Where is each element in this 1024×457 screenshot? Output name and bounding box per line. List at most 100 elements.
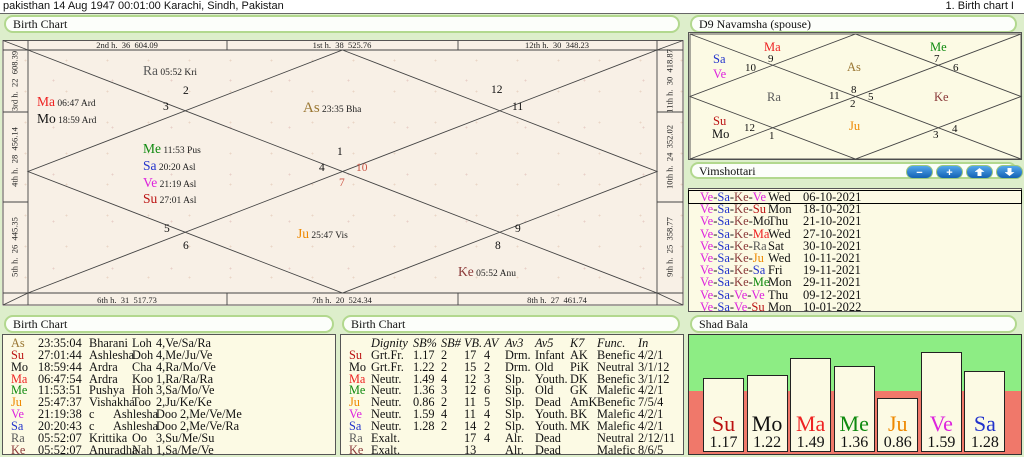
- planet-label-mo: Mo: [712, 128, 729, 140]
- zoom-out-button[interactable]: −: [906, 165, 933, 179]
- house-number-2: 2: [183, 86, 189, 97]
- zoom-in-button[interactable]: +: [936, 165, 963, 179]
- dasha-list[interactable]: Ve-Sa-Ke-VeWed06-10-2021Ve-Sa-Ke-SuMon18…: [688, 188, 1022, 312]
- panel-header: Birth Chart: [4, 315, 334, 333]
- d9-chart-diagram[interactable]: MaSaVeAsMeRaKeSuMoJu910761185212134: [688, 32, 1022, 160]
- birth-chart-panel: Birth Chart 2nd h. 36 604.09 1st h. 38 5…: [2, 14, 684, 311]
- planet-label-ra: Ra: [767, 91, 781, 103]
- planet-label-as: As 23:35 Bha: [303, 102, 361, 116]
- house-number-9: 9: [768, 54, 774, 65]
- house-number-2: 2: [850, 99, 856, 110]
- house-number-12: 12: [744, 123, 755, 134]
- birth-chart-diagram[interactable]: 2nd h. 36 604.09 1st h. 38 525.76 12th h…: [2, 40, 684, 306]
- cusp-label: 8th h. 27 461.74: [527, 296, 587, 305]
- house-number-10: 10: [356, 163, 368, 174]
- shadbala-bar-me: Me1.36: [834, 366, 875, 452]
- house-number-7: 7: [339, 178, 345, 189]
- bar-planet-label: Mo: [748, 413, 787, 435]
- cusp-label: 6th h. 31 517.73: [97, 296, 157, 305]
- house-number-11: 11: [512, 102, 523, 113]
- house-number-3: 3: [933, 130, 939, 141]
- house-number-4: 4: [952, 124, 958, 135]
- planet-label-ke: Ke 05:52 Anu: [458, 266, 516, 280]
- panel-header-label: Birth Chart: [13, 317, 67, 331]
- panel-header-label: Vimshottari: [699, 164, 756, 178]
- planet-label-ju: Ju 25:47 Vis: [297, 228, 348, 242]
- cusp-label: 2nd h. 36 604.09: [96, 41, 158, 50]
- planet-label-sa: Sa 20:20 Asl: [143, 160, 196, 174]
- cusp-label: 4th h. 28 456.14: [11, 127, 20, 187]
- positions-table: As23:35:04BharaniLoh4,Ve/Sa/RaSu27:01:44…: [2, 334, 336, 455]
- panel-header-label: Shad Bala: [699, 317, 748, 331]
- bar-planet-label: Su: [704, 413, 743, 435]
- house-number-5: 5: [868, 92, 874, 103]
- planet-label-me: Me 11:53 Pus: [143, 143, 201, 157]
- planet-label-ra: Ra 05:52 Kri: [143, 65, 197, 79]
- chart-grid: [2, 40, 684, 306]
- house-number-9: 9: [515, 224, 521, 235]
- bar-planet-label: Sa: [965, 413, 1004, 435]
- scroll-down-button[interactable]: [996, 165, 1023, 179]
- cusp-label: 7th h. 20 524.34: [312, 296, 372, 305]
- positions-panel: Birth Chart As23:35:04BharaniLoh4,Ve/Sa/…: [2, 313, 338, 455]
- scroll-up-button[interactable]: [966, 165, 993, 179]
- planet-label-me: Me: [930, 41, 947, 53]
- bar-planet-label: Ma: [791, 413, 830, 435]
- strength-table: DignitySB%SB#VB.AVAv3Av5K7Func.InSuGrt.F…: [340, 334, 684, 455]
- planet-label-ve: Ve 21:19 Asl: [143, 177, 196, 191]
- vimshottari-panel: Vimshottari −+ Ve-Sa-Ke-VeWed06-10-2021V…: [688, 160, 1024, 312]
- planet-label-ke: Ke: [934, 91, 949, 103]
- strength-panel: Birth Chart DignitySB%SB#VB.AVAv3Av5K7Fu…: [340, 313, 684, 455]
- house-number-6: 6: [183, 241, 189, 252]
- strength-row-ke: KeExalt.13Alr.DeadMalefic8/6/5: [341, 444, 683, 456]
- down-arrow-icon: [1005, 168, 1015, 176]
- planet-label-sa: Sa: [713, 53, 726, 65]
- bar-planet-label: Me: [835, 413, 874, 435]
- house-number-10: 10: [745, 63, 756, 74]
- cusp-label: 12th h. 30 348.23: [525, 41, 589, 50]
- planet-label-ma: Ma 06:47 Ard: [37, 96, 96, 110]
- planet-label-ma: Ma: [764, 41, 781, 53]
- up-arrow-icon: [975, 168, 985, 176]
- dasha-weekday: Mon: [768, 301, 792, 313]
- house-number-11: 11: [829, 91, 840, 102]
- cusp-label: 11th h. 30 418.87: [666, 49, 675, 113]
- bar-value-label: 1.59: [922, 435, 961, 451]
- cusp-label: 10th h. 24 352.02: [666, 125, 675, 189]
- shadbala-bar-mo: Mo1.22: [747, 375, 788, 452]
- panel-header: Vimshottari −+: [690, 162, 1017, 179]
- panel-header: Birth Chart: [4, 15, 680, 33]
- shadbala-bar-ve: Ve1.59: [921, 352, 962, 452]
- dasha-date: 29-11-2021: [803, 276, 861, 288]
- house-number-6: 6: [953, 63, 959, 74]
- planet-label-mo: Mo 18:59 Ard: [37, 113, 96, 127]
- house-number-7: 7: [934, 54, 940, 65]
- shadbala-bar-ma: Ma1.49: [790, 358, 831, 452]
- dasha-lords: Ve-Sa-Ve-Su: [700, 301, 765, 313]
- planet-label-ve: Ve: [713, 68, 726, 80]
- bar-value-label: 1.36: [835, 435, 874, 451]
- position-row-ke: Ke05:52:07AnuradhaNah1,Sa/Me/Ve: [3, 444, 335, 456]
- cusp-label: 3rd h. 22 608.39: [11, 51, 20, 111]
- house-number-8: 8: [495, 241, 501, 252]
- bar-value-label: 1.22: [748, 435, 787, 451]
- dasha-weekday: Thu: [768, 215, 788, 227]
- bar-value-label: 1.17: [704, 435, 743, 451]
- dasha-date: 21-10-2021: [803, 215, 861, 227]
- shadbala-bar-ju: Ju0.86: [877, 398, 918, 452]
- chart-grid: [689, 33, 1023, 161]
- d9-navamsha-panel: D9 Navamsha (spouse) MaSaVeAsMeRaKeSuMoJ…: [688, 14, 1024, 160]
- cusp-label: 5th h. 26 445.35: [11, 217, 20, 277]
- panel-header: D9 Navamsha (spouse): [690, 15, 1017, 33]
- dasha-date: 10-01-2022: [803, 301, 861, 313]
- cusp-label: 9th h. 25 358.77: [666, 217, 675, 277]
- planet-label-su: Su: [713, 115, 726, 127]
- bar-planet-label: Ve: [922, 413, 961, 435]
- dasha-row[interactable]: Ve-Sa-Ve-SuMon 10-01-2022: [689, 301, 1021, 313]
- house-number-5: 5: [164, 224, 170, 235]
- house-number-12: 12: [491, 85, 503, 96]
- titlebar: pakisthan 14 Aug 1947 00:01:00 Karachi, …: [0, 0, 1024, 14]
- panel-header-label: D9 Navamsha (spouse): [699, 17, 811, 31]
- strength-row-sa: SaNeutr.1.282142Slp.Youth.MKMalefic4/2/1: [341, 420, 683, 432]
- house-number-3: 3: [163, 102, 169, 113]
